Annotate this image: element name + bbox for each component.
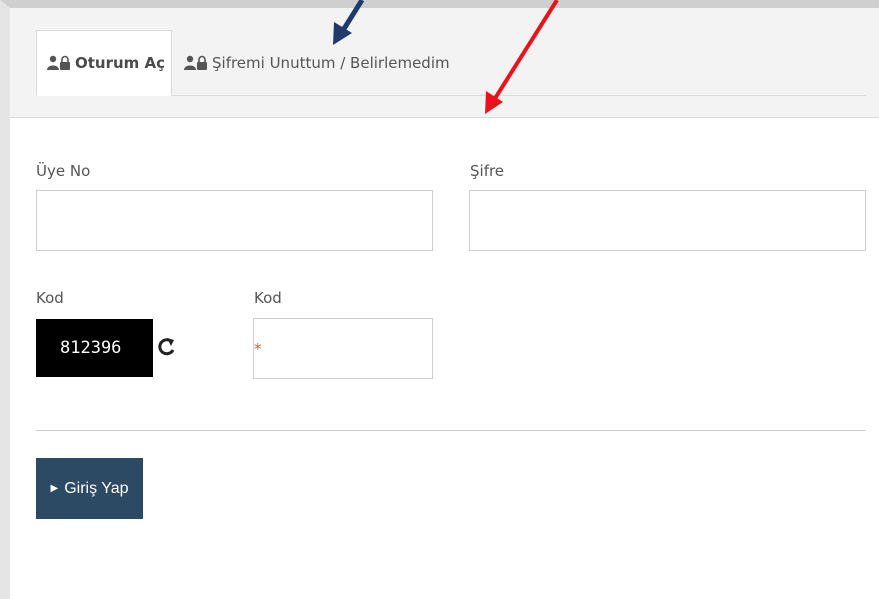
tab-login-label: Oturum Aç [75, 54, 166, 72]
captcha-text: 812396 [60, 338, 122, 358]
form-divider [36, 430, 866, 431]
users-lock-icon [184, 55, 208, 71]
tab-forgot-password[interactable]: Şifremi Unuttum / Belirlemedim [184, 30, 450, 96]
member-no-input[interactable] [36, 190, 433, 251]
member-no-label: Üye No [36, 162, 91, 180]
caret-right-icon: ▶ [50, 483, 59, 494]
captcha-image: 812396 [36, 319, 153, 377]
tab-forgot-password-label: Şifremi Unuttum / Belirlemedim [212, 54, 450, 72]
refresh-icon[interactable] [156, 336, 176, 358]
users-lock-icon [47, 55, 71, 71]
required-mark: * [254, 340, 262, 358]
login-button[interactable]: ▶ Giriş Yap [36, 458, 143, 519]
password-input[interactable] [469, 190, 866, 251]
code-input-label: Kod [254, 289, 282, 307]
password-label: Şifre [470, 162, 505, 180]
tab-login[interactable]: Oturum Aç [36, 30, 172, 96]
code-input[interactable] [253, 318, 433, 379]
login-button-label: Giriş Yap [64, 479, 129, 497]
captcha-label: Kod [36, 289, 64, 307]
